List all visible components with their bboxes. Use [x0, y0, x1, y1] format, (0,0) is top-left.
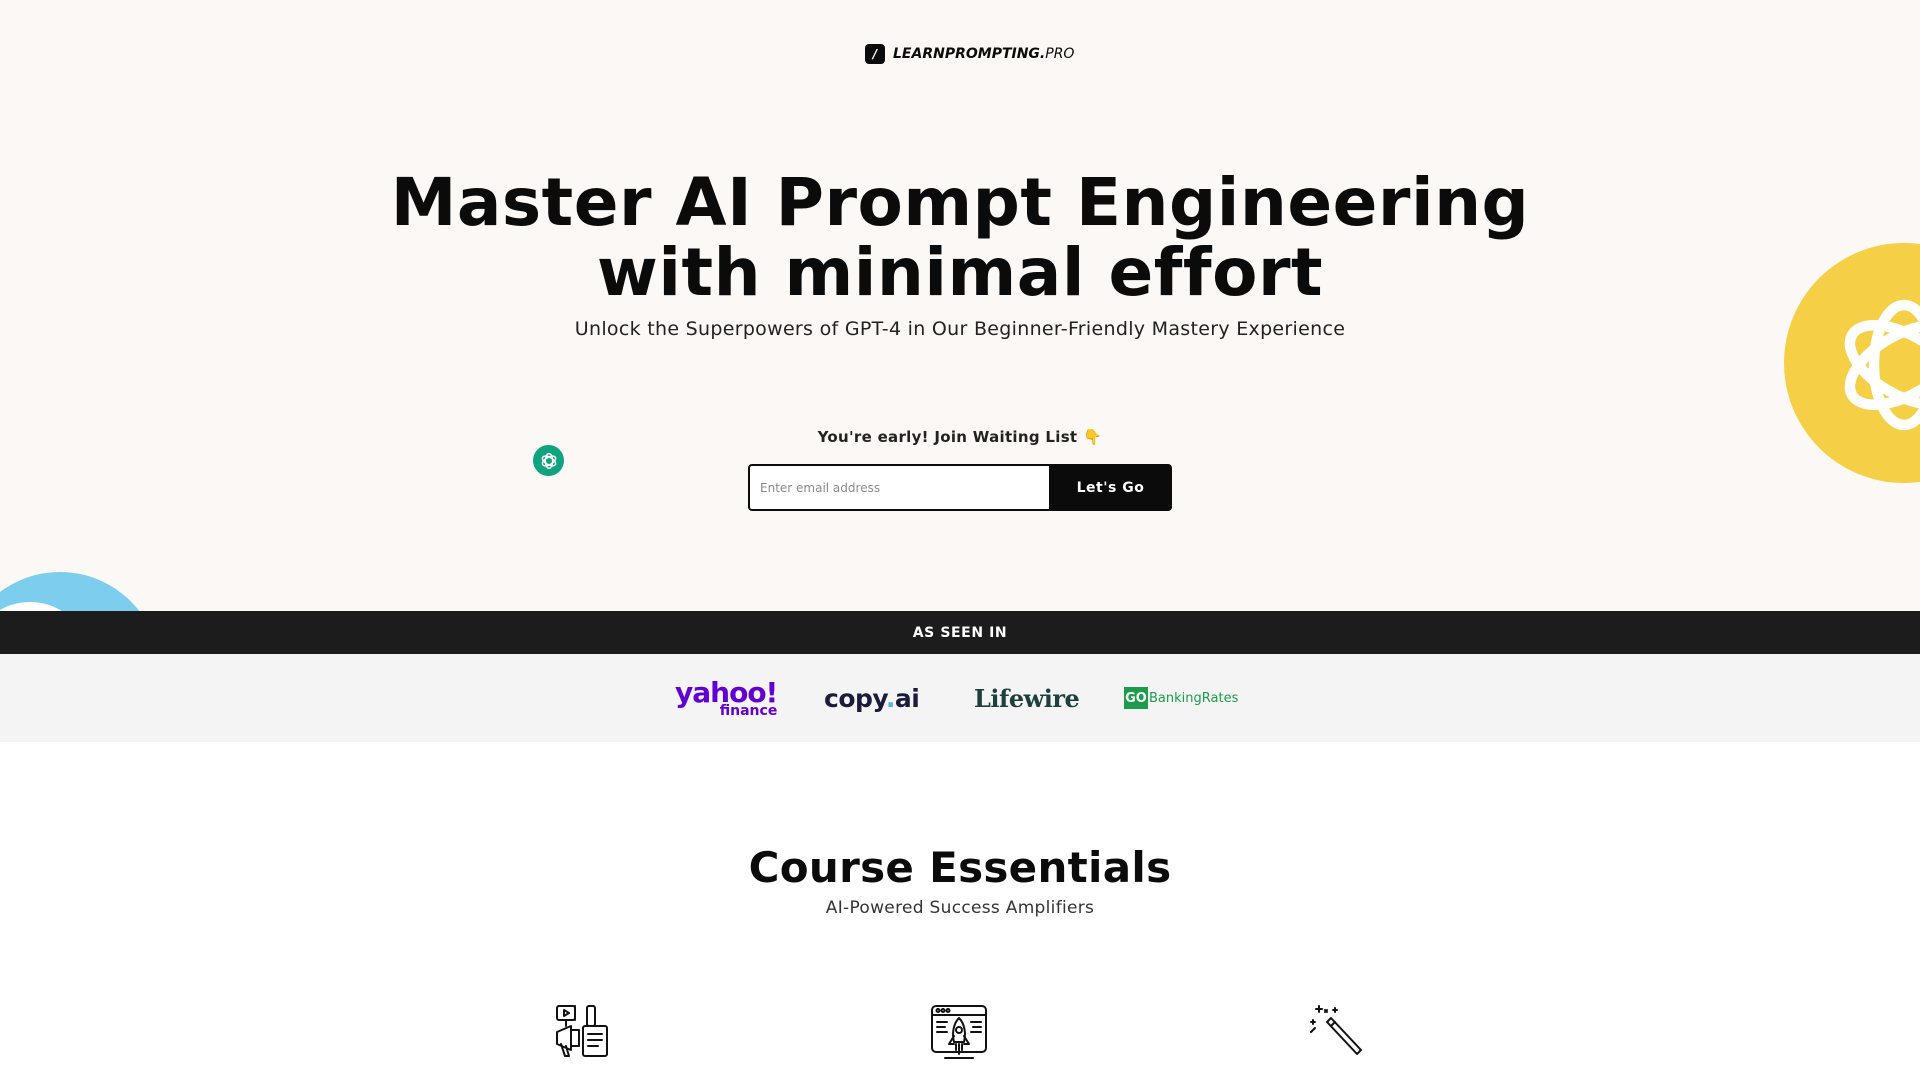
yahoo-finance-wordmark: yahoo! finance: [675, 678, 778, 719]
copy-word: copy: [824, 683, 886, 713]
openai-knot-icon: [541, 452, 556, 469]
hero-headline: Master AI Prompt Engineering with minima…: [0, 168, 1920, 308]
logo-text-light: PRO: [1045, 46, 1075, 62]
site-logo[interactable]: / LEARNPROMPTING.PRO: [865, 44, 1074, 64]
hero-headline-line1: Master AI Prompt Engineering: [390, 164, 1530, 241]
waitlist-label-text: You're early! Join Waiting List: [817, 428, 1078, 446]
as-seen-in-label: AS SEEN IN: [912, 624, 1008, 641]
marketing-tools-icon: [553, 1002, 613, 1062]
hero-headline-line2: with minimal effort: [596, 234, 1324, 311]
blue-circle-decoration: [0, 572, 160, 611]
waitlist-label: You're early! Join Waiting List 👇: [0, 428, 1920, 446]
pointing-down-icon: 👇: [1083, 428, 1103, 446]
email-input[interactable]: [748, 464, 1049, 511]
logo-text-bold: LEARNPROMPTING.: [893, 46, 1046, 62]
copy-ai-logo: copy.ai: [824, 654, 920, 742]
logo-text: LEARNPROMPTING.PRO: [893, 46, 1074, 62]
copy-ai-wordmark: copy.ai: [824, 683, 920, 713]
yahoo-finance-logo: yahoo! finance: [675, 654, 778, 742]
as-seen-in-bar: AS SEEN IN: [0, 611, 1920, 654]
go-box: GO: [1124, 687, 1148, 709]
hero-subheadline: Unlock the Superpowers of GPT-4 in Our B…: [574, 318, 1346, 340]
hero-section: / LEARNPROMPTING.PRO Master AI Prompt En…: [0, 0, 1920, 611]
copy-dot: .: [885, 683, 896, 713]
lets-go-button[interactable]: Let's Go: [1049, 464, 1172, 511]
lifewire-logo: Lifewire: [974, 654, 1080, 742]
openai-badge-icon: [533, 445, 564, 476]
web-rocket-icon: [929, 1002, 989, 1062]
blue-circle-swirl: [0, 602, 80, 611]
course-essentials-title: Course Essentials: [748, 843, 1172, 892]
course-essentials-subtitle: AI-Powered Success Amplifiers: [825, 898, 1095, 918]
landing-page: / LEARNPROMPTING.PRO Master AI Prompt En…: [0, 0, 1920, 1080]
copy-ai-word: ai: [894, 683, 920, 713]
banking-rates-word: BankingRates: [1149, 690, 1239, 706]
magic-wand-icon: [1307, 1002, 1367, 1062]
gobankingrates-logo: GO BankingRates: [1124, 654, 1238, 742]
press-logos-strip: yahoo! finance copy.ai Lifewire GO Banki…: [0, 654, 1920, 742]
waitlist-form: Let's Go: [748, 464, 1172, 511]
openai-large-icon: [1844, 299, 1920, 431]
yahoo-finance-sub: finance: [719, 702, 778, 719]
logo-mark-icon: /: [865, 44, 885, 64]
lifewire-wordmark: Lifewire: [974, 683, 1080, 713]
